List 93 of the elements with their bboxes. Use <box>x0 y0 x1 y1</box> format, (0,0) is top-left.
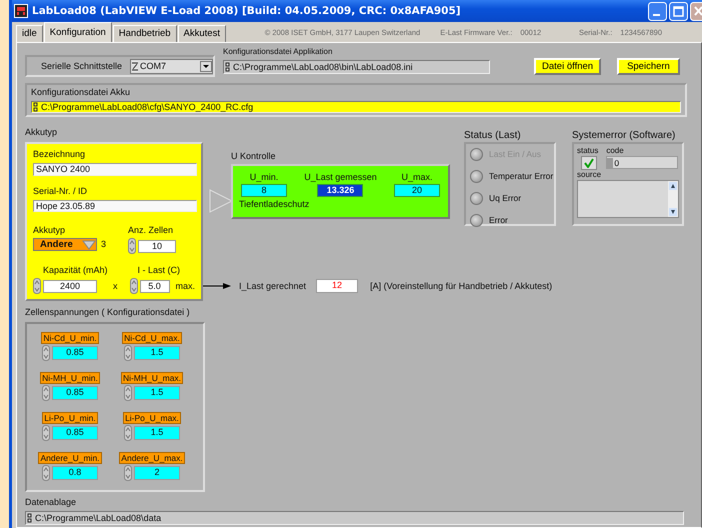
increment-buttons[interactable] <box>124 425 132 441</box>
tab[interactable]: Handbetrieb <box>112 25 177 42</box>
path-icon <box>225 62 231 72</box>
data-storage-path-field[interactable]: C:\Programme\LabLoad08\data <box>25 511 684 525</box>
minimize-button[interactable] <box>648 2 667 20</box>
status-label: Uq Error <box>489 193 522 204</box>
tab[interactable]: idle <box>16 25 43 42</box>
voltage-field[interactable]: 0.85 <box>52 426 98 440</box>
arrow-line <box>203 282 231 290</box>
akkutyp-index: 3 <box>101 239 106 250</box>
status-label: Temperatur Error <box>489 171 554 182</box>
capacity-label: Kapazität (mAh) <box>42 265 109 276</box>
voltage-indicator: 8 <box>241 184 287 197</box>
voltage-field[interactable]: 1.5 <box>134 426 180 440</box>
akku-config-path-field[interactable]: C:\Programme\LabLoad08\cfg\SANYO_2400_RC.cfg <box>31 101 681 113</box>
limit-label: Andere_U_min. <box>38 452 102 464</box>
name-label: Bezeichnung <box>33 149 86 160</box>
voltage-label: U_max. <box>401 172 432 183</box>
multiply-sign: x <box>113 280 118 292</box>
voltage-field[interactable]: 1.5 <box>134 346 180 360</box>
calculated-current-field: 12 <box>316 279 358 293</box>
current-label: I - Last (C) <box>138 265 182 276</box>
increment-buttons[interactable] <box>128 238 136 254</box>
limit-label: Ni-MH_U_min. <box>40 372 100 384</box>
status-caption: status <box>577 146 598 155</box>
serial-id-label: Serial-Nr. / ID <box>33 186 88 196</box>
akku-config-label: Konfigurationsdatei Akku <box>31 87 132 98</box>
increment-buttons[interactable] <box>42 425 50 441</box>
cell-voltages-title: Zellenspannungen ( Konfigurationsdatei ) <box>25 307 191 318</box>
status-label: Error <box>489 215 508 226</box>
voltage-field[interactable]: 0.85 <box>52 346 98 360</box>
file-button[interactable]: Speichern <box>617 58 680 75</box>
serial-id-field[interactable]: Hope 23.05.89 <box>33 200 197 212</box>
voltage-label: U_Last gemessen <box>304 172 377 183</box>
tab[interactable]: Akkutest <box>178 25 226 42</box>
calculated-current-note: [A] (Voreinstellung für Handbetrieb / Akkutest) <box>370 280 552 292</box>
tab[interactable]: Konfiguration <box>44 22 112 42</box>
increment-buttons[interactable] <box>124 385 132 401</box>
limit-label: Andere_U_max. <box>119 452 185 464</box>
limit-label: Ni-Cd_U_max. <box>122 332 182 344</box>
serial-port-dropdown[interactable]: COM7 <box>130 58 213 74</box>
voltage-indicator: 20 <box>394 184 440 197</box>
source-field[interactable] <box>577 180 679 218</box>
code-field[interactable]: 0 <box>606 156 678 169</box>
close-button[interactable] <box>690 2 702 20</box>
calculated-current-label: I_Last gerechnet <box>239 280 306 292</box>
voltage-field[interactable]: 1.5 <box>134 386 180 400</box>
increment-buttons[interactable] <box>42 465 50 481</box>
max-label: max. <box>176 280 196 292</box>
scrollbar[interactable] <box>668 181 678 217</box>
deep-discharge-label: Tiefentladeschutz <box>239 199 310 210</box>
status-title: Status (Last) <box>464 130 522 141</box>
check-icon <box>584 158 594 168</box>
akkutyp-label: Akkutyp <box>33 225 66 236</box>
u-control-title: U Kontrolle <box>231 151 277 162</box>
voltage-indicator: 13.326 <box>317 184 364 197</box>
path-icon <box>33 102 39 112</box>
file-button[interactable]: Datei öffnen <box>534 58 602 75</box>
increment-buttons[interactable] <box>124 345 132 361</box>
limit-label: Li-Po_U_max. <box>123 412 181 424</box>
app-config-path-field[interactable]: C:\Programme\LabLoad08\bin\LabLoad08.ini <box>223 60 490 74</box>
cell-count-field[interactable]: 10 <box>138 240 176 252</box>
name-field[interactable]: SANYO 2400 <box>33 163 197 176</box>
capacity-field[interactable]: 2400 <box>43 280 97 292</box>
connector-triangle-icon <box>209 189 233 213</box>
limit-label: Ni-Cd_U_min. <box>41 332 99 344</box>
window-title: LabLoad08 (LabVIEW E-Load 2008) [Build: 04.05.2009, CRC: 0x8AFA905] <box>32 5 461 17</box>
increment-buttons[interactable] <box>130 278 138 294</box>
app-icon <box>14 4 28 18</box>
path-icon <box>27 513 33 523</box>
akkutyp-dropdown[interactable]: Andere <box>33 238 97 251</box>
source-caption: source <box>577 170 602 179</box>
voltage-field[interactable]: 0.8 <box>52 466 98 480</box>
code-caption: code <box>606 146 625 155</box>
dropdown-arrow-icon <box>82 240 96 250</box>
serial-port-label: Serielle Schnittstelle <box>41 60 122 72</box>
increment-buttons[interactable] <box>124 465 132 481</box>
current-field[interactable]: 5.0 <box>140 280 170 292</box>
app-config-label: Konfigurationsdatei Applikation <box>223 46 334 57</box>
increment-buttons[interactable] <box>42 345 50 361</box>
increment-buttons[interactable] <box>42 385 50 401</box>
cell-count-label: Anz. Zellen <box>128 225 174 236</box>
maximize-button[interactable] <box>669 2 688 20</box>
limit-label: Ni-MH_U_max. <box>120 372 184 384</box>
data-storage-label: Datenablage <box>25 497 78 508</box>
status-checkbox[interactable] <box>581 156 597 170</box>
akkutyp-title: Akkutyp <box>25 127 58 138</box>
voltage-field[interactable]: 0.85 <box>52 386 98 400</box>
increment-buttons[interactable] <box>33 278 41 294</box>
voltage-label: U_min. <box>250 172 278 183</box>
system-error-title: Systemerror (Software) <box>572 130 676 141</box>
voltage-field[interactable]: 2 <box>134 466 180 480</box>
limit-label: Li-Po_U_min. <box>42 412 98 424</box>
